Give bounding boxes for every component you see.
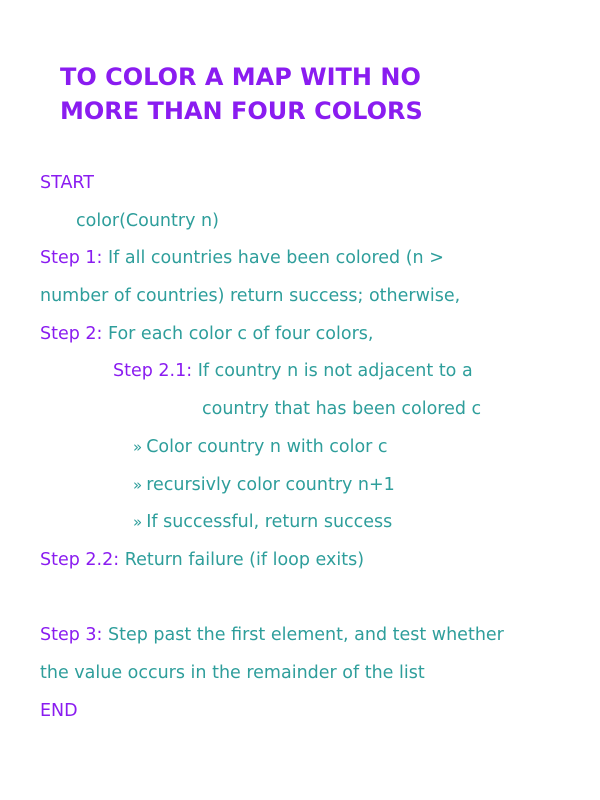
title-line-1: TO COLOR A MAP WITH NO: [60, 63, 421, 91]
end-keyword: END: [40, 700, 78, 721]
title-line-2: MORE THAN FOUR COLORS: [60, 97, 423, 125]
bullet-item: » recursivly color country n+1: [40, 467, 580, 505]
step-2-1-line-1: Step 2.1: If country n is not adjacent t…: [40, 353, 580, 391]
step-3-line-1: Step 3: Step past the first element, and…: [40, 617, 580, 655]
bullet-marker: »: [133, 513, 143, 532]
step-2-1-label: Step 2.1:: [113, 361, 193, 382]
function-signature: color(Country n): [76, 210, 219, 231]
step-2-2-text: Return failure (if loop exits): [119, 549, 365, 570]
step-3-text: Step past the first element, and test wh…: [102, 625, 504, 646]
step-2-1-line-2: country that has been colored c: [202, 399, 482, 420]
step-2-2-line: Step 2.2: Return failure (if loop exits): [40, 542, 580, 580]
step-3-label: Step 3:: [40, 625, 103, 646]
step-1-line-2: number of countries) return success; oth…: [40, 286, 461, 307]
bullet-text: Color country n with color c: [146, 436, 388, 457]
step-2-1-text: If country n is not adjacent to a: [192, 361, 473, 382]
step-2-label: Step 2:: [40, 323, 103, 344]
bullet-text: If successful, return success: [146, 512, 393, 533]
step-2-text: For each color c of four colors,: [102, 323, 374, 344]
algorithm-body: START color(Country n) Step 1: If all co…: [40, 165, 580, 730]
start-keyword: START: [40, 173, 94, 193]
step-2-2-label: Step 2.2:: [40, 549, 120, 570]
step-1-label: Step 1:: [40, 248, 103, 269]
bullet-marker: »: [133, 437, 143, 456]
step-1-line-1: Step 1: If all countries have been color…: [40, 240, 580, 278]
step-2-line: Step 2: For each color c of four colors,: [40, 316, 580, 354]
bullet-item: » If successful, return success: [40, 504, 580, 542]
bullet-item: » Color country n with color c: [40, 429, 580, 467]
bullet-text: recursivly color country n+1: [146, 474, 395, 495]
step-3-line-2: the value occurs in the remainder of the…: [40, 662, 425, 683]
step-1-text: If all countries have been colored (n >: [102, 248, 444, 269]
page-title: TO COLOR A MAP WITH NO MORE THAN FOUR CO…: [60, 60, 560, 128]
bullet-marker: »: [133, 475, 143, 494]
